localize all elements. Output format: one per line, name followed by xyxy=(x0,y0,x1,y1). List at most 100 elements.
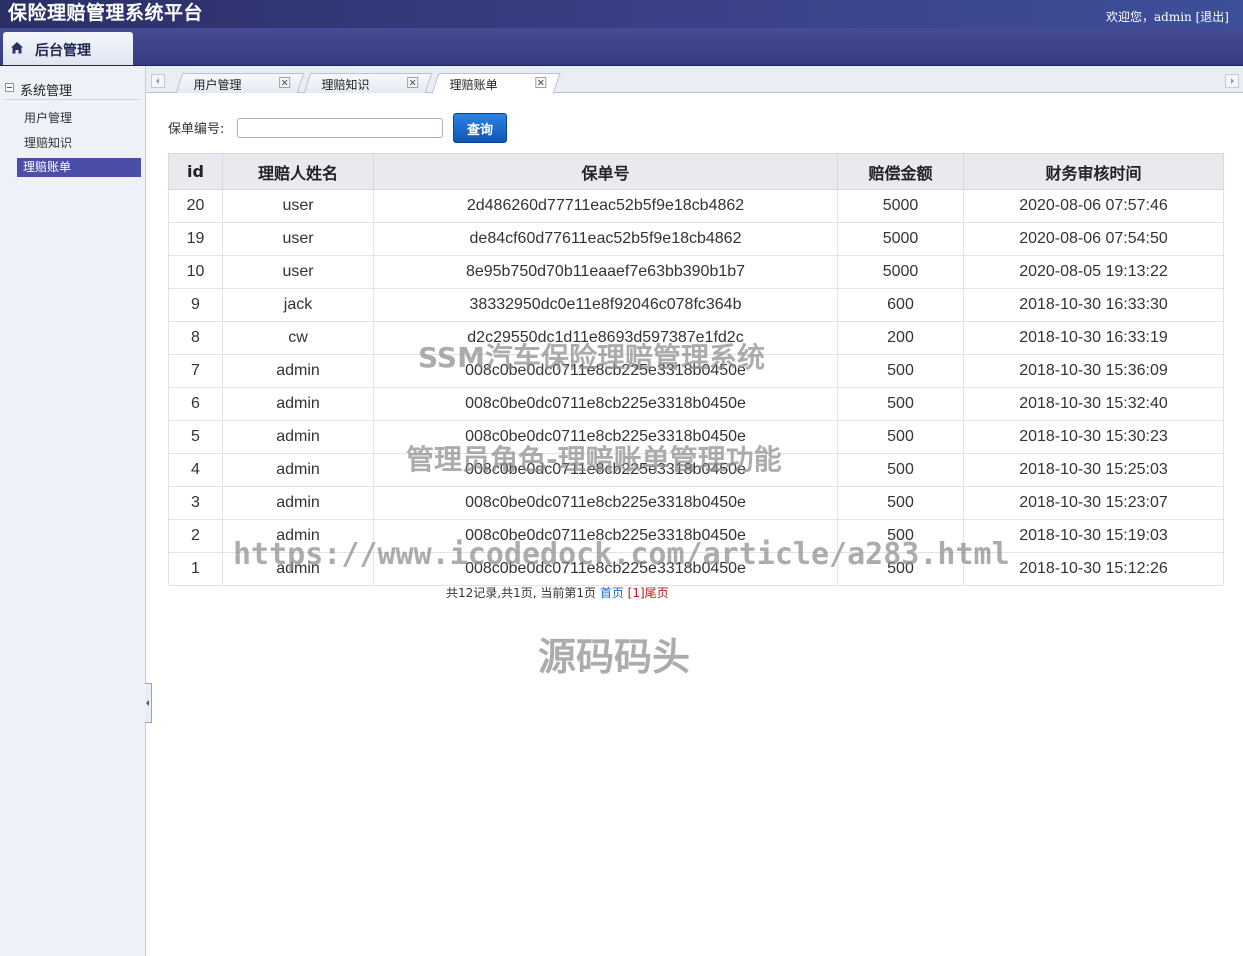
table-cell-compensation-amount: 500 xyxy=(837,387,964,421)
table-cell-audit-time: 2018-10-30 15:23:07 xyxy=(963,486,1224,520)
table-cell-compensation-amount: 5000 xyxy=(837,222,964,256)
table-cell-claimant-name: admin xyxy=(222,420,374,454)
table-cell-id: 20 xyxy=(168,189,223,223)
search-button[interactable]: 查询 xyxy=(453,113,507,143)
table-cell-policy-number: 8e95b750d70b11eaaef7e63bb390b1b7 xyxy=(373,255,838,289)
tab-user-management[interactable]: 用户管理 xyxy=(175,73,305,93)
table-cell-audit-time: 2018-10-30 16:33:19 xyxy=(963,321,1224,355)
table-cell-claimant-name: jack xyxy=(222,288,374,322)
watermark-system-name: SSM汽车保险理赔管理系统 xyxy=(418,341,765,374)
table-cell-audit-time: 2020-08-06 07:54:50 xyxy=(963,222,1224,256)
first-page-link[interactable]: 首页 xyxy=(600,586,624,600)
table-cell-claimant-name: admin xyxy=(222,486,374,520)
table-cell-audit-time: 2018-10-30 15:30:23 xyxy=(963,420,1224,454)
tab-label: 理赔账单 xyxy=(449,78,498,92)
table-cell-audit-time: 2018-10-30 15:36:09 xyxy=(963,354,1224,388)
table-cell-audit-time: 2020-08-06 07:57:46 xyxy=(963,189,1224,223)
table-cell-id: 8 xyxy=(168,321,223,355)
table-cell-compensation-amount: 500 xyxy=(837,420,964,454)
table-row: 6 admin 008c0be0dc0711e8cb225e3318b0450e 50… xyxy=(168,387,1224,421)
column-header-audit-time: 财务审核时间 xyxy=(963,153,1224,190)
table-cell-audit-time: 2018-10-30 15:25:03 xyxy=(963,453,1224,487)
table-cell-audit-time: 2018-10-30 15:32:40 xyxy=(963,387,1224,421)
column-header-id: id xyxy=(168,153,223,190)
table-header-row: id 理赔人姓名 保单号 赔偿金额 财务审核时间 xyxy=(168,153,1224,190)
nav-tab-label: 后台管理 xyxy=(35,43,91,59)
table-cell-id: 5 xyxy=(168,420,223,454)
table-cell-compensation-amount: 200 xyxy=(837,321,964,355)
tab-claim-knowledge[interactable]: 理赔知识 xyxy=(303,73,433,93)
table-row: 20 user 2d486260d77711eac52b5f9e18cb4862 50… xyxy=(168,189,1224,223)
sidebar-group-label: 系统管理 xyxy=(20,84,73,99)
current-page-link[interactable]: [1] xyxy=(628,586,645,600)
collapse-icon[interactable] xyxy=(5,83,14,92)
tab-label: 用户管理 xyxy=(193,78,242,92)
column-header-compensation-amount: 赔偿金额 xyxy=(837,153,964,190)
table-cell-compensation-amount: 5000 xyxy=(837,255,964,289)
user-bar: 欢迎您，admin [退出] xyxy=(1106,8,1229,25)
tab-scroll-left-button[interactable] xyxy=(151,74,165,88)
table-cell-id: 10 xyxy=(168,255,223,289)
watermark-brand: 源码码头 xyxy=(538,635,691,679)
table-cell-audit-time: 2020-08-05 19:13:22 xyxy=(963,255,1224,289)
policy-number-label: 保单编号: xyxy=(168,122,225,137)
policy-number-input[interactable] xyxy=(237,118,443,138)
app-title: 保险理赔管理系统平台 xyxy=(8,2,204,24)
table-cell-claimant-name: user xyxy=(222,189,374,223)
watermark-url: https://www.icodedock.com/article/a283.h… xyxy=(233,537,1010,572)
table-cell-compensation-amount: 5000 xyxy=(837,189,964,223)
table-cell-policy-number: 38332950dc0e11e8f92046c078fc364b xyxy=(373,288,838,322)
table-cell-id: 4 xyxy=(168,453,223,487)
close-icon[interactable] xyxy=(535,77,547,88)
table-cell-policy-number: 008c0be0dc0711e8cb225e3318b0450e xyxy=(373,387,838,421)
table-cell-id: 1 xyxy=(168,552,223,586)
sidebar-toggle-handle[interactable] xyxy=(145,683,152,723)
pagination-summary: 共12记录,共1页, 当前第1页 xyxy=(446,586,596,600)
sidebar-group-system[interactable]: 系统管理 xyxy=(4,79,140,100)
logout-link[interactable]: [退出] xyxy=(1196,10,1229,24)
table-cell-claimant-name: cw xyxy=(222,321,374,355)
tab-strip: 用户管理 理赔知识 理赔账单 xyxy=(146,66,1243,94)
column-header-claimant-name: 理赔人姓名 xyxy=(222,153,374,190)
table-cell-claimant-name: user xyxy=(222,255,374,289)
pagination: 共12记录,共1页, 当前第1页 首页 [1]尾页 xyxy=(446,584,669,601)
welcome-text: 欢迎您，admin xyxy=(1106,10,1192,24)
table-cell-claimant-name: admin xyxy=(222,387,374,421)
watermark-feature-name: 管理员角色-理赔账单管理功能 xyxy=(406,443,782,476)
last-page-link[interactable]: 尾页 xyxy=(645,586,669,600)
table-cell-id: 19 xyxy=(168,222,223,256)
table-cell-id: 7 xyxy=(168,354,223,388)
nav-bar: 后台管理 xyxy=(0,28,1243,66)
column-header-policy-number: 保单号 xyxy=(373,153,838,190)
sidebar-item-user-management[interactable]: 用户管理 xyxy=(18,109,142,128)
table-row: 19 user de84cf60d77611eac52b5f9e18cb4862 50… xyxy=(168,222,1224,256)
table-cell-policy-number: de84cf60d77611eac52b5f9e18cb4862 xyxy=(373,222,838,256)
table-cell-id: 3 xyxy=(168,486,223,520)
table-cell-policy-number: 008c0be0dc0711e8cb225e3318b0450e xyxy=(373,486,838,520)
sidebar-item-claim-knowledge[interactable]: 理赔知识 xyxy=(18,134,142,153)
table-cell-claimant-name: user xyxy=(222,222,374,256)
home-icon xyxy=(11,42,23,54)
tab-label: 理赔知识 xyxy=(321,78,370,92)
tab-claim-bills[interactable]: 理赔账单 xyxy=(431,73,561,94)
close-icon[interactable] xyxy=(279,77,291,88)
table-cell-claimant-name: admin xyxy=(222,453,374,487)
table-cell-compensation-amount: 500 xyxy=(837,354,964,388)
table-cell-compensation-amount: 600 xyxy=(837,288,964,322)
table-cell-claimant-name: admin xyxy=(222,354,374,388)
top-header: 保险理赔管理系统平台 欢迎您，admin [退出] xyxy=(0,0,1243,28)
nav-tab-admin[interactable]: 后台管理 xyxy=(3,32,133,65)
table-body: 20 user 2d486260d77711eac52b5f9e18cb4862 50… xyxy=(168,189,1224,586)
table-cell-policy-number: 2d486260d77711eac52b5f9e18cb4862 xyxy=(373,189,838,223)
sidebar: 系统管理 用户管理 理赔知识 理赔账单 xyxy=(0,66,146,956)
tab-scroll-right-button[interactable] xyxy=(1225,74,1239,88)
table-cell-id: 9 xyxy=(168,288,223,322)
close-icon[interactable] xyxy=(407,77,419,88)
sidebar-item-claim-bills[interactable]: 理赔账单 xyxy=(17,158,141,177)
table-row: 10 user 8e95b750d70b11eaaef7e63bb390b1b7 50… xyxy=(168,255,1224,289)
table-cell-id: 6 xyxy=(168,387,223,421)
table-row: 9 jack 38332950dc0e11e8f92046c078fc364b 600… xyxy=(168,288,1224,322)
table-row: 3 admin 008c0be0dc0711e8cb225e3318b0450e 50… xyxy=(168,486,1224,520)
table-cell-id: 2 xyxy=(168,519,223,553)
table-cell-compensation-amount: 500 xyxy=(837,453,964,487)
